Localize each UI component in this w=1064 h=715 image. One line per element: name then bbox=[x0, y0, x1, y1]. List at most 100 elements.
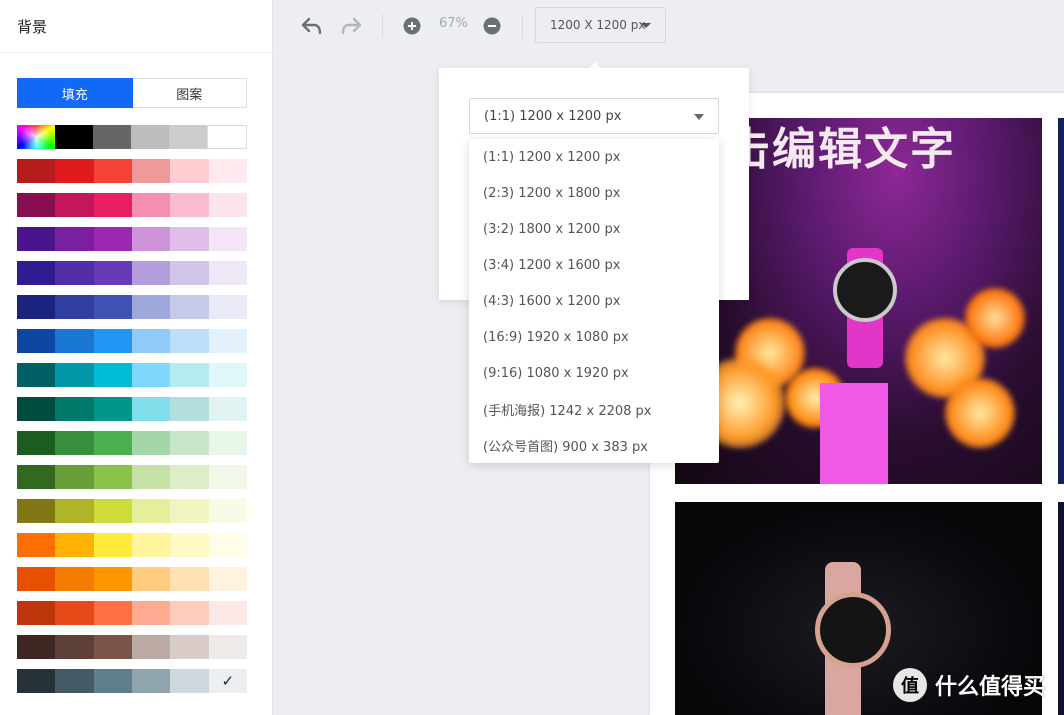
color-swatch[interactable] bbox=[55, 363, 94, 387]
color-swatch[interactable] bbox=[93, 431, 132, 455]
color-swatch[interactable] bbox=[17, 227, 56, 251]
color-swatch[interactable] bbox=[55, 295, 94, 319]
color-swatch[interactable] bbox=[170, 431, 209, 455]
color-swatch[interactable] bbox=[131, 533, 171, 557]
color-swatch[interactable] bbox=[131, 329, 171, 353]
color-swatch[interactable] bbox=[93, 193, 132, 217]
color-swatch[interactable] bbox=[55, 397, 94, 421]
tab-pattern[interactable]: 图案 bbox=[132, 78, 247, 108]
color-swatch[interactable] bbox=[170, 533, 209, 557]
canvas-size-dropdown[interactable]: 1200 X 1200 px bbox=[535, 7, 666, 43]
preset-option[interactable]: (1:1) 1200 x 1200 px bbox=[469, 139, 719, 175]
color-swatch[interactable] bbox=[55, 125, 93, 149]
color-swatch[interactable] bbox=[17, 567, 56, 591]
color-swatch[interactable] bbox=[208, 465, 247, 489]
redo-icon[interactable] bbox=[337, 12, 365, 40]
color-swatch[interactable] bbox=[170, 227, 209, 251]
color-swatch[interactable] bbox=[170, 261, 209, 285]
preset-option[interactable]: (手机海报) 1242 x 2208 px bbox=[469, 391, 719, 427]
color-swatch[interactable] bbox=[55, 227, 94, 251]
color-swatch[interactable] bbox=[55, 567, 94, 591]
color-swatch[interactable] bbox=[93, 601, 132, 625]
color-swatch[interactable] bbox=[131, 227, 171, 251]
color-swatch[interactable] bbox=[170, 329, 209, 353]
color-swatch[interactable] bbox=[93, 635, 132, 659]
color-swatch[interactable] bbox=[17, 465, 56, 489]
color-swatch[interactable] bbox=[170, 193, 209, 217]
color-swatch[interactable] bbox=[170, 669, 209, 693]
color-swatch[interactable] bbox=[93, 669, 132, 693]
tab-fill[interactable]: 填充 bbox=[17, 78, 133, 108]
zoom-out-icon[interactable] bbox=[478, 12, 506, 40]
undo-icon[interactable] bbox=[298, 12, 326, 40]
color-swatch[interactable] bbox=[170, 397, 209, 421]
color-swatch[interactable] bbox=[170, 499, 209, 523]
color-swatch[interactable] bbox=[55, 465, 94, 489]
color-swatch[interactable] bbox=[55, 193, 94, 217]
color-swatch[interactable] bbox=[17, 669, 56, 693]
color-swatch[interactable] bbox=[131, 669, 171, 693]
color-swatch[interactable] bbox=[17, 363, 56, 387]
color-swatch[interactable] bbox=[131, 465, 171, 489]
color-swatch[interactable] bbox=[17, 261, 56, 285]
color-swatch[interactable] bbox=[93, 397, 132, 421]
color-swatch[interactable] bbox=[131, 159, 171, 183]
preset-size-select[interactable]: (1:1) 1200 x 1200 px bbox=[469, 98, 719, 134]
color-swatch[interactable] bbox=[208, 431, 247, 455]
color-swatch[interactable] bbox=[17, 635, 56, 659]
color-swatch[interactable] bbox=[17, 601, 56, 625]
color-swatch[interactable] bbox=[131, 431, 171, 455]
preset-option[interactable]: (16:9) 1920 x 1080 px bbox=[469, 319, 719, 355]
color-swatch[interactable] bbox=[93, 533, 132, 557]
color-swatch[interactable] bbox=[208, 329, 247, 353]
color-swatch[interactable] bbox=[17, 397, 56, 421]
color-swatch[interactable] bbox=[17, 193, 56, 217]
color-swatch[interactable] bbox=[93, 125, 131, 149]
color-swatch[interactable] bbox=[208, 363, 247, 387]
color-swatch[interactable] bbox=[170, 601, 209, 625]
color-swatch[interactable] bbox=[169, 125, 207, 149]
color-swatch[interactable] bbox=[93, 227, 132, 251]
color-swatch[interactable] bbox=[208, 499, 247, 523]
color-swatch[interactable] bbox=[131, 125, 169, 149]
zoom-in-icon[interactable] bbox=[398, 12, 426, 40]
color-swatch[interactable] bbox=[208, 533, 247, 557]
color-swatch[interactable] bbox=[17, 159, 56, 183]
color-swatch[interactable]: ✓ bbox=[208, 669, 247, 693]
color-swatch[interactable] bbox=[131, 499, 171, 523]
preset-option[interactable]: (4:3) 1600 x 1200 px bbox=[469, 283, 719, 319]
color-swatch[interactable] bbox=[131, 601, 171, 625]
color-swatch[interactable] bbox=[208, 227, 247, 251]
color-swatch[interactable] bbox=[208, 567, 247, 591]
color-swatch[interactable] bbox=[55, 431, 94, 455]
custom-color-swatch[interactable] bbox=[17, 125, 55, 149]
color-swatch[interactable] bbox=[170, 295, 209, 319]
color-swatch[interactable] bbox=[93, 159, 132, 183]
color-swatch[interactable] bbox=[55, 635, 94, 659]
color-swatch[interactable] bbox=[207, 125, 247, 149]
color-swatch[interactable] bbox=[93, 499, 132, 523]
color-swatch[interactable] bbox=[93, 363, 132, 387]
color-swatch[interactable] bbox=[55, 669, 94, 693]
color-swatch[interactable] bbox=[208, 397, 247, 421]
color-swatch[interactable] bbox=[131, 295, 171, 319]
color-swatch[interactable] bbox=[131, 363, 171, 387]
color-swatch[interactable] bbox=[131, 193, 171, 217]
color-swatch[interactable] bbox=[208, 295, 247, 319]
color-swatch[interactable] bbox=[55, 329, 94, 353]
color-swatch[interactable] bbox=[17, 533, 56, 557]
color-swatch[interactable] bbox=[17, 329, 56, 353]
color-swatch[interactable] bbox=[93, 465, 132, 489]
color-swatch[interactable] bbox=[170, 363, 209, 387]
color-swatch[interactable] bbox=[17, 431, 56, 455]
color-swatch[interactable] bbox=[17, 499, 56, 523]
preset-option[interactable]: (3:4) 1200 x 1600 px bbox=[469, 247, 719, 283]
color-swatch[interactable] bbox=[170, 567, 209, 591]
color-swatch[interactable] bbox=[131, 635, 171, 659]
color-swatch[interactable] bbox=[55, 261, 94, 285]
preset-option[interactable]: (公众号首图) 900 x 383 px bbox=[469, 427, 719, 463]
color-swatch[interactable] bbox=[208, 193, 247, 217]
color-swatch[interactable] bbox=[17, 295, 56, 319]
color-swatch[interactable] bbox=[170, 159, 209, 183]
color-swatch[interactable] bbox=[55, 499, 94, 523]
